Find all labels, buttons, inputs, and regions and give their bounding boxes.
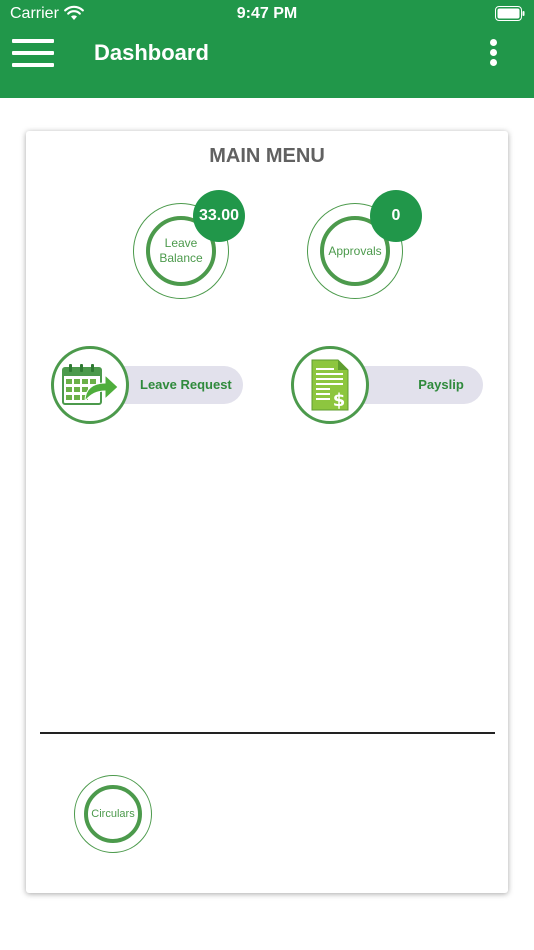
leave-balance-label-line1: Leave [164,236,198,250]
app-header: Carrier 9:47 PM Dashboard [0,0,534,98]
page-title: Dashboard [94,40,209,65]
circulars-tile[interactable]: Circulars [74,775,152,853]
approvals-badge: 0 [370,190,422,242]
battery-icon [495,6,525,21]
leave-balance-label: Leave Balance [159,236,202,266]
calendar-arrow-icon [62,364,119,405]
status-bar: Carrier 9:47 PM [0,0,534,28]
leave-balance-label-line2: Balance [159,251,203,265]
main-menu-title: MAIN MENU [209,145,325,167]
leave-balance-badge: 33.00 [193,190,245,242]
hamburger-menu-icon[interactable] [12,38,54,68]
svg-text:$: $ [333,390,346,411]
payslip-icon-circle: $ [291,346,369,424]
circulars-label: Circulars [91,807,135,820]
payslip-button[interactable]: Payslip $ [291,346,485,424]
approvals-label: Approvals [328,243,382,258]
leave-request-icon-circle [51,346,129,424]
circulars-ring: Circulars [84,785,142,843]
main-menu-card: MAIN MENU Leave Balance 33.00 Approvals … [26,131,508,893]
leave-request-label: Leave Request [140,377,232,392]
payslip-document-icon: $ [311,359,349,411]
status-time: 9:47 PM [236,5,298,22]
leave-request-button[interactable]: Leave Request [51,346,245,424]
section-divider [40,732,495,734]
more-options-icon[interactable] [484,38,502,68]
